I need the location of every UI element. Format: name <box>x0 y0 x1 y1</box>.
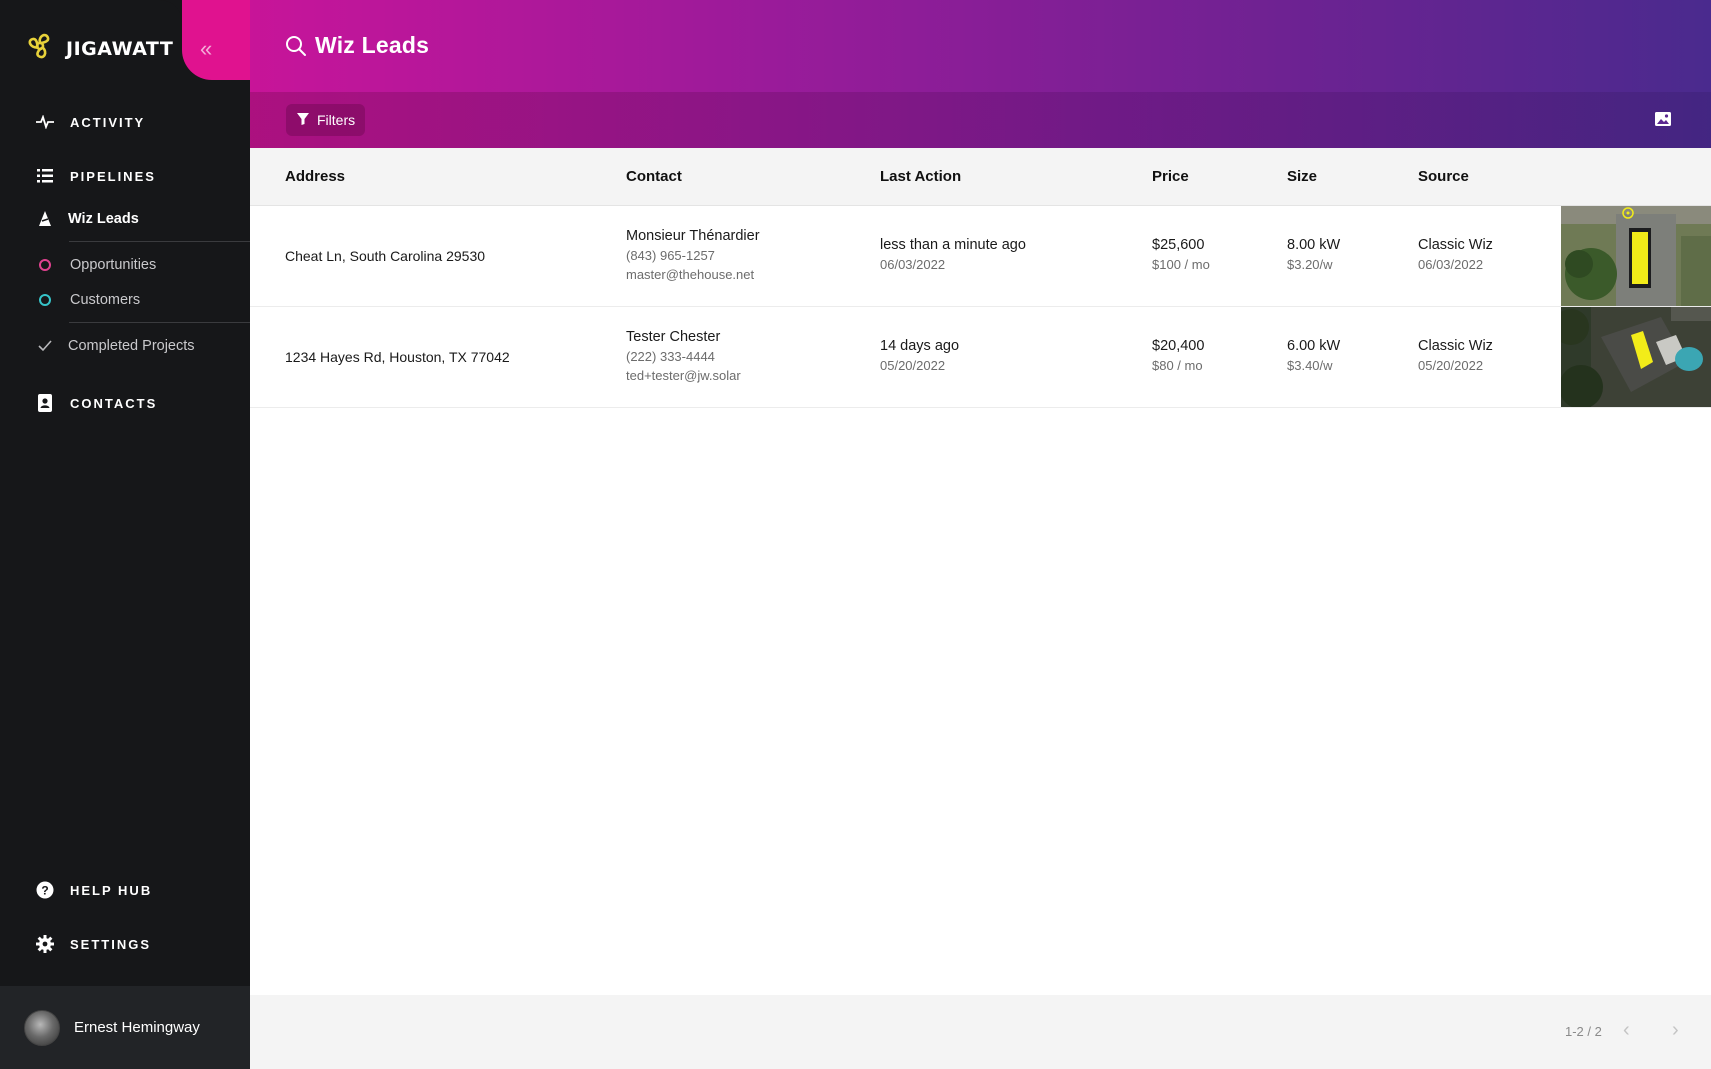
table-row[interactable]: 1234 Hayes Rd, Houston, TX 77042 Tester … <box>250 307 1711 408</box>
sidebar-item-wiz-leads[interactable]: Wiz Leads <box>36 210 139 228</box>
next-page-button[interactable]: › <box>1672 1019 1692 1041</box>
size-cell: 8.00 kW $3.20/w <box>1287 237 1340 272</box>
satellite-thumbnail[interactable] <box>1561 206 1711 306</box>
ring-icon <box>39 259 51 271</box>
help-icon: ? <box>36 881 54 899</box>
price: $25,600 <box>1152 237 1205 253</box>
check-icon <box>36 337 54 355</box>
contact-cell: Tester Chester (222) 333-4444 ted+tester… <box>626 329 741 383</box>
filters-label: Filters <box>317 112 356 128</box>
logo[interactable]: JIGAWATT <box>24 30 173 67</box>
source-cell: Classic Wiz 06/03/2022 <box>1418 237 1493 272</box>
price-cell: $25,600 $100 / mo <box>1152 237 1210 272</box>
funnel-icon <box>296 112 310 129</box>
sidebar-item-label: Opportunities <box>70 257 157 273</box>
size-rate: $3.20/w <box>1287 257 1333 272</box>
system-size: 6.00 kW <box>1287 338 1341 354</box>
pulse-icon <box>36 113 54 131</box>
contact-email: master@thehouse.net <box>626 267 755 282</box>
nav-help-hub-label: HELP HUB <box>70 882 153 898</box>
image-icon[interactable] <box>1654 111 1672 127</box>
filters-button[interactable]: Filters <box>286 104 366 136</box>
table-row[interactable]: Cheat Ln, South Carolina 29530 Monsieur … <box>250 206 1711 307</box>
price-cell: $20,400 $80 / mo <box>1152 338 1204 373</box>
nav-activity-label: ACTIVITY <box>70 114 146 130</box>
user-profile[interactable]: Ernest Hemingway <box>0 986 250 1069</box>
source-cell: Classic Wiz 05/20/2022 <box>1418 338 1493 373</box>
toolbar <box>250 92 1711 148</box>
previous-page-button[interactable]: ‹ <box>1623 1019 1643 1041</box>
source-date: 06/03/2022 <box>1418 257 1484 272</box>
sidebar <box>0 0 250 1069</box>
contact-book-icon <box>36 394 54 412</box>
contact-email: ted+tester@jw.solar <box>626 368 741 383</box>
gear-icon <box>36 935 54 953</box>
address-cell: Cheat Ln, South Carolina 29530 <box>285 248 486 264</box>
price-monthly: $80 / mo <box>1152 358 1203 373</box>
user-name: Ernest Hemingway <box>74 1019 200 1036</box>
ring-icon <box>39 294 51 306</box>
column-header-address[interactable]: Address <box>285 168 345 185</box>
sidebar-item-label: Wiz Leads <box>68 211 139 227</box>
nav-contacts-label: CONTACTS <box>70 395 158 411</box>
column-header-price[interactable]: Price <box>1152 168 1189 185</box>
price-monthly: $100 / mo <box>1152 257 1210 272</box>
last-action: 14 days ago <box>880 338 960 354</box>
last-action-cell: 14 days ago 05/20/2022 <box>880 338 959 373</box>
price: $20,400 <box>1152 338 1205 354</box>
wizard-hat-icon <box>36 210 54 228</box>
nav-pipelines-label: PIPELINES <box>70 168 156 184</box>
column-header-source[interactable]: Source <box>1418 168 1469 185</box>
nav-settings[interactable]: SETTINGS <box>36 935 151 953</box>
satellite-thumbnail[interactable] <box>1561 307 1711 407</box>
footer-pagination: 1-2 / 2 ‹ › <box>250 995 1711 1069</box>
contact-cell: Monsieur Thénardier (843) 965-1257 maste… <box>626 228 760 282</box>
contact-name: Monsieur Thénardier <box>626 228 760 244</box>
column-header-contact[interactable]: Contact <box>626 168 682 185</box>
collapse-sidebar-button[interactable]: « <box>200 36 212 62</box>
column-header-last-action[interactable]: Last Action <box>880 168 961 185</box>
sidebar-item-completed-projects[interactable]: Completed Projects <box>36 337 195 355</box>
system-size: 8.00 kW <box>1287 237 1341 253</box>
sidebar-item-customers[interactable]: Customers <box>36 291 140 309</box>
size-cell: 6.00 kW $3.40/w <box>1287 338 1340 373</box>
propeller-logo-icon <box>24 30 56 67</box>
nav-activity[interactable]: ACTIVITY <box>36 113 145 131</box>
size-rate: $3.40/w <box>1287 358 1333 373</box>
source-date: 05/20/2022 <box>1418 358 1484 373</box>
pagination-status: 1-2 / 2 <box>1565 1024 1602 1039</box>
brand-name: JIGAWATT <box>66 37 174 60</box>
avatar <box>24 1009 60 1046</box>
last-action-date: 06/03/2022 <box>880 257 946 272</box>
last-action: less than a minute ago <box>880 237 1026 253</box>
last-action-date: 05/20/2022 <box>880 358 946 373</box>
page-title-group: Wiz Leads <box>285 32 429 59</box>
source: Classic Wiz <box>1418 338 1493 354</box>
sidebar-item-label: Customers <box>70 292 141 308</box>
nav-help-hub[interactable]: ? HELP HUB <box>36 881 152 899</box>
sidebar-item-label: Completed Projects <box>68 338 195 354</box>
brand-curve <box>182 0 250 80</box>
page-title: Wiz Leads <box>315 32 430 58</box>
address-cell: 1234 Hayes Rd, Houston, TX 77042 <box>285 349 510 365</box>
nav-contacts[interactable]: CONTACTS <box>36 394 157 412</box>
divider <box>69 241 250 242</box>
divider <box>69 322 250 323</box>
list-icon <box>36 167 54 185</box>
nav-pipelines[interactable]: PIPELINES <box>36 167 156 185</box>
contact-phone: (843) 965-1257 <box>626 248 715 263</box>
last-action-cell: less than a minute ago 06/03/2022 <box>880 237 1026 272</box>
contact-name: Tester Chester <box>626 329 721 345</box>
svg-text:?: ? <box>41 884 48 898</box>
search-icon[interactable] <box>285 35 307 57</box>
source: Classic Wiz <box>1418 237 1493 253</box>
nav-settings-label: SETTINGS <box>70 936 152 952</box>
contact-phone: (222) 333-4444 <box>626 349 715 364</box>
table-header: Address Contact Last Action Price Size S… <box>250 148 1711 206</box>
column-header-size[interactable]: Size <box>1287 168 1317 185</box>
sidebar-item-opportunities[interactable]: Opportunities <box>36 256 156 274</box>
